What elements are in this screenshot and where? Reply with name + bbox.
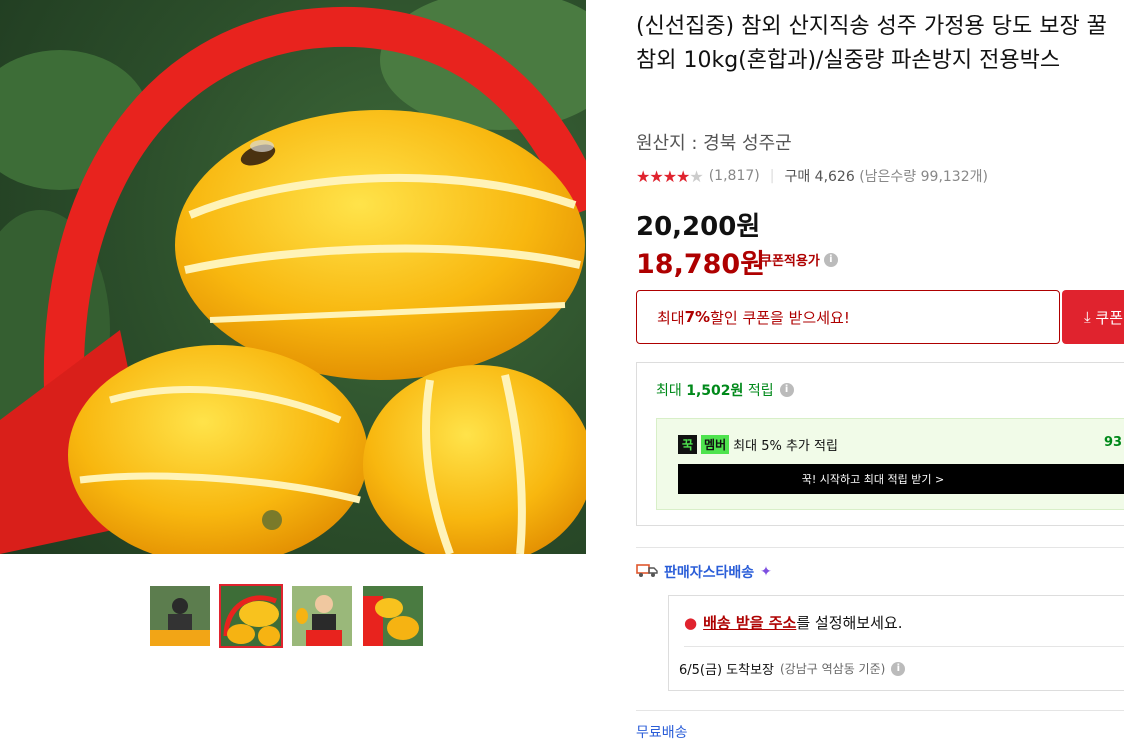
- remaining-stock: (남은수량 99,132개): [859, 169, 988, 185]
- sparkle-icon: ✦: [760, 564, 772, 580]
- sale-price: 18,780원: [636, 249, 766, 280]
- info-icon[interactable]: i: [823, 252, 838, 267]
- thumbnail-3[interactable]: [292, 586, 352, 646]
- thumbnail-2[interactable]: [219, 584, 283, 648]
- coupon-suffix: 할인 쿠폰을 받으세요!: [710, 308, 850, 327]
- address-link[interactable]: 배송 받을 주소: [703, 614, 796, 632]
- section-divider: [636, 710, 1124, 711]
- coupon-prefix: 최대: [657, 308, 685, 327]
- info-icon[interactable]: i: [891, 661, 906, 676]
- download-icon: ⤓: [1084, 308, 1091, 326]
- shipping-address-row: ● 배송 받을 주소를 설정해보세요.: [684, 612, 902, 633]
- delivery-header: 판매자스타배송 ✦: [636, 562, 772, 582]
- star-rating-icon[interactable]: ★★★★★: [636, 167, 704, 186]
- truck-icon: [636, 562, 658, 582]
- free-shipping-label: 무료배송: [636, 725, 688, 741]
- divider: |: [769, 168, 775, 184]
- coupon-banner[interactable]: 최대 7% 할인 쿠폰을 받으세요!: [636, 290, 1060, 344]
- shipping-divider: [684, 646, 1124, 647]
- arrival-row: 6/5(금) 도착보장 (강남구 역삼동 기준) i: [679, 659, 906, 678]
- thumbnail-4[interactable]: [363, 586, 423, 646]
- address-suffix: 를 설정해보세요.: [796, 614, 903, 632]
- star-delivery-label: 판매자스타배송: [664, 565, 755, 581]
- origin-label: 원산지 : 경북 성주군: [636, 133, 792, 154]
- coupon-price-label: 쿠폰적용가 i: [760, 250, 838, 269]
- member-badge: 멤버: [701, 435, 730, 454]
- points-line: 최대 1,502원 적립 i: [656, 380, 794, 400]
- location-pin-icon: ●: [684, 613, 698, 632]
- coupon-download-button[interactable]: ⤓ 쿠폰: [1062, 290, 1124, 344]
- member-rate: 93: [1104, 435, 1123, 450]
- rating-row: ★★★★★ (1,817) | 구매 4,626 (남은수량 99,132개): [636, 166, 988, 186]
- coupon-price-text: 쿠폰적용가: [760, 254, 820, 269]
- rating-count[interactable]: (1,817): [709, 168, 760, 184]
- ggok-logo: 꾹: [678, 435, 698, 454]
- main-product-image: [0, 0, 586, 554]
- purchase-count: 구매 4,626: [784, 169, 855, 185]
- section-divider: [636, 547, 1124, 548]
- coupon-button-label: 쿠폰: [1095, 308, 1124, 327]
- coupon-percent: 7%: [684, 308, 711, 326]
- points-suffix: 적립: [743, 383, 774, 399]
- member-row: 꾹 멤버 최대 5% 추가 적립: [678, 435, 838, 454]
- info-icon[interactable]: i: [779, 383, 794, 397]
- arrival-note: (강남구 역삼동 기준): [780, 662, 886, 676]
- points-amount: 1,502원: [686, 383, 744, 399]
- product-title: (신선집중) 참외 산지직송 성주 가정용 당도 보장 꿀 참외 10kg(혼합…: [636, 14, 1107, 73]
- original-price: 20,200원: [636, 212, 761, 242]
- arrival-date: 6/5(금) 도착보장: [679, 663, 774, 678]
- points-prefix: 최대: [656, 383, 687, 399]
- thumbnail-1[interactable]: [150, 586, 210, 646]
- member-start-button[interactable]: 꾹! 시작하고 최대 적립 받기 >: [678, 464, 1124, 494]
- member-benefit-text: 최대 5% 추가 적립: [733, 439, 838, 454]
